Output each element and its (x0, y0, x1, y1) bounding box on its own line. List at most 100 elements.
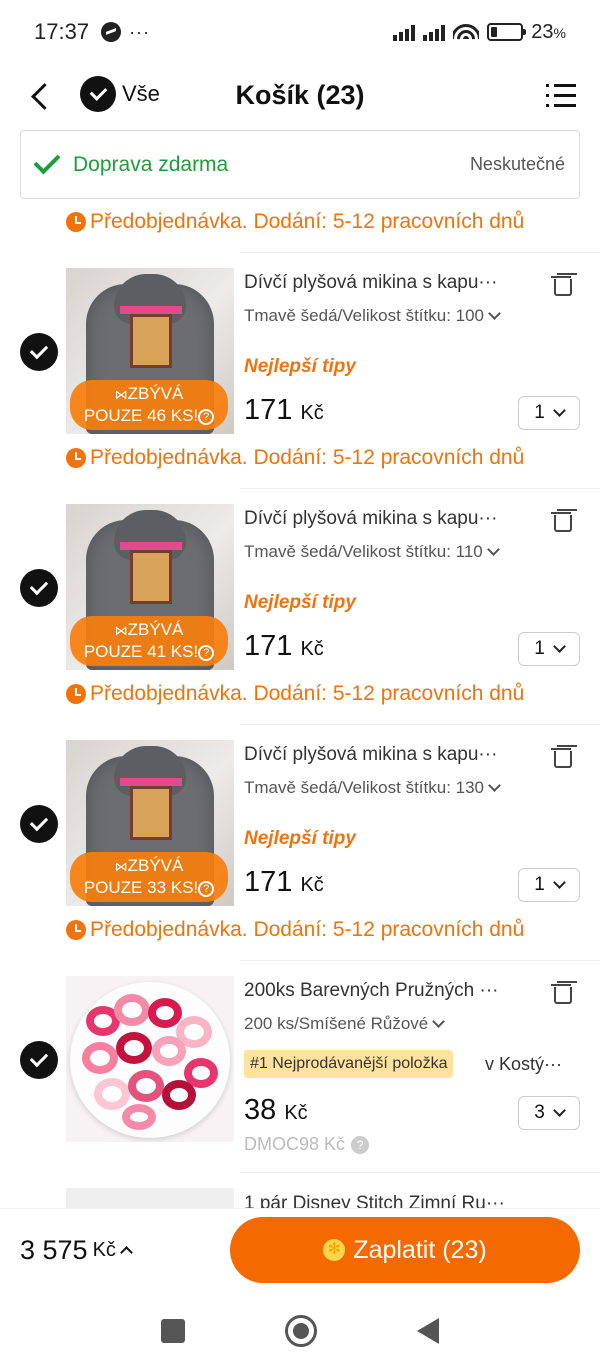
stock-badge: ⋈ZBÝVÁ POUZE 46 KS!? (70, 380, 228, 430)
divider (240, 1172, 600, 1173)
header: Vše Košík (23) (0, 64, 600, 128)
item-title[interactable]: Dívčí plyšová mikina s kapu··· (244, 744, 534, 766)
status-bar: 17:37 ··· 23% (0, 0, 600, 64)
item-title[interactable]: 200ks Barevných Pružných ··· (244, 980, 534, 1002)
category-link[interactable]: v Kostý··· (485, 1054, 562, 1075)
wifi-icon (453, 22, 480, 42)
check-icon (80, 76, 116, 112)
best-tips-tag: Nejlepší tipy (244, 828, 356, 849)
variant-selector[interactable]: Tmavě šedá/Velikost štítku: 130 (244, 778, 501, 798)
help-icon[interactable]: ? (198, 644, 215, 661)
chevron-down-icon (552, 404, 566, 417)
quantity-select[interactable]: 1 (518, 632, 580, 666)
coin-icon (323, 1239, 346, 1261)
preorder-notice: Předobjednávka. Dodání: 5-12 pracovních … (66, 443, 524, 473)
signal-icon (393, 23, 416, 41)
quantity-select[interactable]: 3 (518, 1096, 580, 1130)
product-image[interactable] (66, 976, 234, 1142)
list-menu-button[interactable] (546, 82, 576, 110)
best-tips-tag: Nejlepší tipy (244, 356, 356, 377)
clock-icon (66, 212, 86, 232)
stock-badge: ⋈ZBÝVÁ POUZE 41 KS!? (70, 616, 228, 666)
divider (240, 488, 600, 489)
select-all-label: Vše (122, 81, 160, 106)
free-shipping-banner[interactable]: Doprava zdarma Neskutečné (20, 130, 580, 199)
quantity-select[interactable]: 1 (518, 868, 580, 902)
item-title[interactable]: Dívčí plyšová mikina s kapu··· (244, 272, 534, 294)
recents-button[interactable] (161, 1319, 185, 1343)
bow-icon: ⋈ (114, 623, 128, 638)
clock-icon (66, 684, 86, 704)
item-select-checkbox[interactable] (20, 805, 58, 843)
item-title[interactable]: Dívčí plyšová mikina s kapu··· (244, 508, 534, 530)
pay-button-label: Zaplatit (23) (353, 1235, 487, 1264)
preorder-text: Předobjednávka. Dodání: 5-12 pracovních … (90, 446, 525, 469)
product-image[interactable]: ⋈ZBÝVÁ POUZE 33 KS!? (66, 740, 234, 906)
signal-icon-2 (423, 23, 446, 41)
variant-selector[interactable]: Tmavě šedá/Velikost štítku: 100 (244, 306, 501, 326)
divider (240, 724, 600, 725)
preorder-text: Předobjednávka. Dodání: 5-12 pracovních … (90, 682, 525, 705)
free-shipping-status: Neskutečné (469, 154, 565, 174)
chevron-down-icon (488, 307, 501, 320)
item-select-checkbox[interactable] (20, 569, 58, 607)
item-select-checkbox[interactable] (20, 1041, 58, 1079)
chevron-down-icon (552, 640, 566, 653)
item-price: 38 Kč (244, 1094, 308, 1126)
help-icon[interactable]: ? (198, 408, 215, 425)
pay-button[interactable]: Zaplatit (23) (230, 1217, 580, 1283)
trash-icon[interactable] (551, 982, 572, 1004)
bow-icon: ⋈ (114, 387, 128, 402)
trash-icon[interactable] (551, 510, 572, 532)
best-tips-tag: Nejlepší tipy (244, 592, 356, 613)
clock-icon (66, 448, 86, 468)
more-notifications-icon: ··· (129, 21, 151, 42)
chevron-down-icon (552, 876, 566, 889)
bow-icon: ⋈ (114, 859, 128, 874)
battery-icon (487, 23, 527, 41)
system-back-button[interactable] (417, 1318, 439, 1344)
bestseller-badge: #1 Nejprodávanější položka (244, 1050, 454, 1078)
battery-level (491, 27, 498, 37)
item-price: 171 Kč (244, 630, 324, 662)
variant-selector[interactable]: Tmavě šedá/Velikost štítku: 110 (244, 542, 500, 562)
cart-total[interactable]: 3 575 Kč (20, 1235, 133, 1266)
product-image[interactable] (66, 1188, 234, 1208)
original-price: DMOC98 Kč? (244, 1134, 370, 1155)
status-indicators: 23% (393, 21, 566, 44)
preorder-text: Předobjednávka. Dodání: 5-12 pracovních … (90, 918, 525, 941)
item-price: 171 Kč (244, 394, 324, 426)
back-button[interactable] (22, 78, 58, 114)
product-image[interactable]: ⋈ZBÝVÁ POUZE 46 KS!? (66, 268, 234, 434)
item-select-checkbox[interactable] (20, 333, 58, 371)
home-button[interactable] (285, 1315, 317, 1347)
check-icon (33, 147, 61, 174)
chevron-down-icon (488, 779, 501, 792)
chevron-up-icon (120, 1246, 133, 1259)
system-nav-bar (0, 1296, 600, 1366)
divider (240, 252, 600, 253)
select-all-toggle[interactable]: Vše (80, 76, 160, 112)
item-title[interactable]: 1 pár Disney Stitch Zimní Ru··· (244, 1193, 534, 1209)
item-price: 171 Kč (244, 866, 324, 898)
variant-selector[interactable]: 200 ks/Smíšené Růžové (244, 1014, 446, 1034)
quantity-select[interactable]: 1 (518, 396, 580, 430)
messenger-icon (101, 22, 122, 42)
help-icon[interactable]: ? (351, 1135, 370, 1154)
status-time: 17:37 (34, 19, 90, 44)
product-image[interactable]: ⋈ZBÝVÁ POUZE 41 KS!? (66, 504, 234, 670)
checkout-bar: 3 575Kč Zaplatit (23) (0, 1208, 600, 1296)
stock-badge: ⋈ZBÝVÁ POUZE 33 KS!? (70, 852, 228, 902)
trash-icon[interactable] (551, 274, 572, 296)
help-icon[interactable]: ? (198, 880, 215, 897)
battery-percent: 23% (531, 20, 566, 43)
preorder-notice: Předobjednávka. Dodání: 5-12 pracovních … (66, 207, 524, 237)
preorder-notice: Předobjednávka. Dodání: 5-12 pracovních … (66, 915, 524, 945)
divider (240, 960, 600, 961)
trash-icon[interactable] (551, 746, 572, 768)
chevron-down-icon (432, 1015, 446, 1028)
free-shipping-label: Doprava zdarma (73, 152, 229, 176)
preorder-notice: Předobjednávka. Dodání: 5-12 pracovních … (66, 679, 524, 709)
chevron-down-icon (552, 1104, 566, 1117)
preorder-text: Předobjednávka. Dodání: 5-12 pracovních … (90, 210, 525, 233)
